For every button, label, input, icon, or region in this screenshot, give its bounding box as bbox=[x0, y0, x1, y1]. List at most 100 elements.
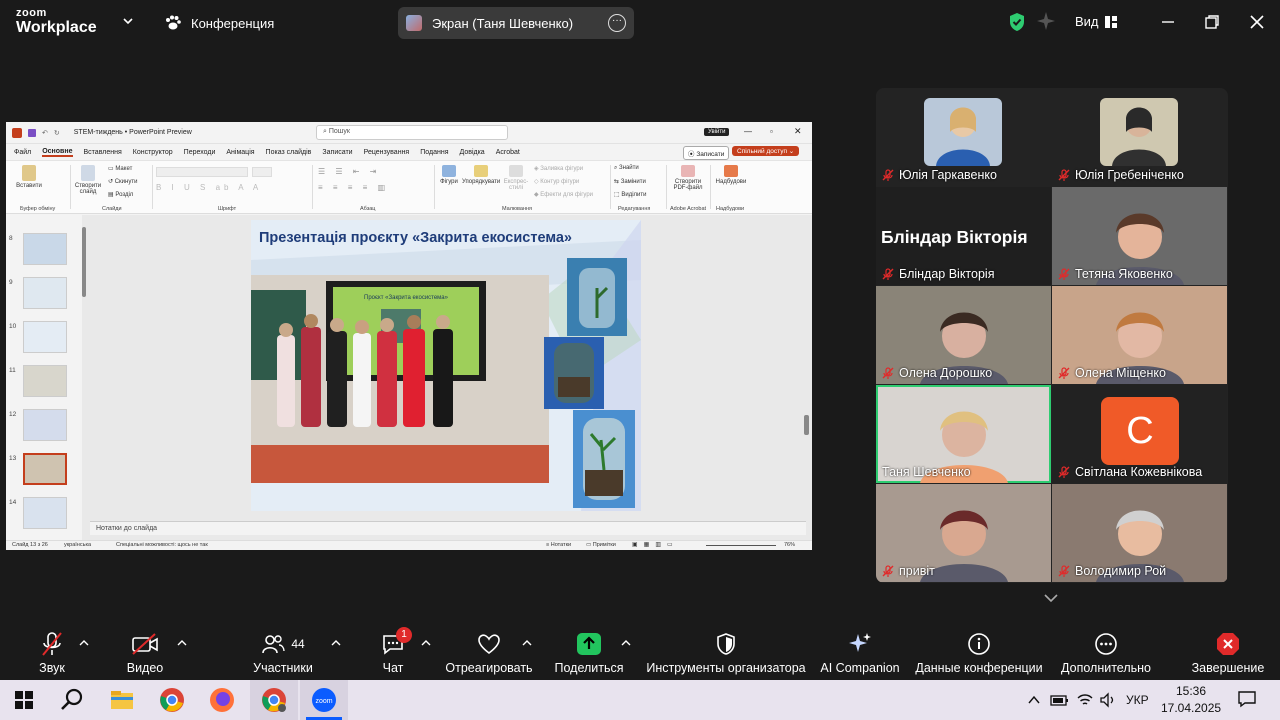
minimize-icon[interactable] bbox=[1158, 12, 1178, 32]
accessibility-status[interactable]: Спеціальні можливості: щось не так bbox=[116, 542, 208, 548]
video-button[interactable]: Видео bbox=[124, 631, 166, 675]
chevron-down-icon[interactable] bbox=[1043, 592, 1059, 604]
close-icon[interactable]: ✕ bbox=[794, 126, 802, 137]
slide-thumbnails[interactable]: 8 9 10 11 12 13 14 bbox=[6, 215, 82, 540]
paste-button[interactable]: Вставити bbox=[16, 165, 42, 189]
ribbon-tab-11[interactable]: Acrobat bbox=[496, 149, 520, 156]
slide-thumbnail[interactable] bbox=[23, 453, 67, 485]
align-buttons[interactable]: ≡ ≡ ≡ ≡ ▥ bbox=[318, 183, 389, 192]
close-icon[interactable] bbox=[1247, 12, 1267, 32]
search-icon[interactable] bbox=[58, 686, 86, 714]
host-tools-button[interactable]: Инструменты организатора bbox=[645, 631, 807, 675]
share-button[interactable]: Спільний доступ ⌄ bbox=[732, 146, 800, 156]
paragraph-buttons[interactable]: ☰ ☰ ⇤ ⇥ bbox=[318, 167, 380, 176]
zoom-level[interactable]: 76% bbox=[784, 542, 795, 548]
notes-pane[interactable]: Нотатки до слайда bbox=[90, 521, 806, 535]
ribbon-tab-5[interactable]: Анімація bbox=[226, 149, 254, 156]
react-caret-icon[interactable] bbox=[522, 639, 532, 647]
ai-companion-button[interactable]: AI Companion bbox=[818, 631, 902, 675]
find-button[interactable]: ⌕ Знайти bbox=[614, 165, 639, 172]
select-button[interactable]: ⬚ Виділити bbox=[614, 191, 646, 198]
participant-tile[interactable]: Володимир Рой bbox=[1052, 484, 1227, 582]
volume-icon[interactable] bbox=[1099, 691, 1117, 709]
layout-button[interactable]: ▭ Макет bbox=[108, 165, 132, 172]
participant-tile[interactable]: Олена Дорошко bbox=[876, 286, 1051, 384]
search-box[interactable]: ⌕ Пошук bbox=[316, 125, 508, 140]
comments-toggle[interactable]: ▭ Примітки bbox=[586, 542, 616, 548]
slide-thumbnail[interactable] bbox=[23, 497, 67, 529]
chat-caret-icon[interactable] bbox=[421, 639, 431, 647]
audio-caret-icon[interactable] bbox=[79, 639, 89, 647]
participant-tile[interactable]: Олена Міщенко bbox=[1052, 286, 1227, 384]
chat-button[interactable]: 1 Чат bbox=[378, 627, 412, 675]
ribbon-tab-6[interactable]: Показ слайдів bbox=[266, 149, 312, 156]
more-options-icon[interactable]: ··· bbox=[608, 14, 626, 32]
language-status[interactable]: українська bbox=[64, 542, 91, 548]
save-icon[interactable] bbox=[28, 128, 36, 137]
create-pdf-button[interactable]: Створити PDF-файл bbox=[670, 165, 706, 191]
slide-scrollbar[interactable] bbox=[804, 415, 809, 435]
screen-share-indicator[interactable]: Экран (Таня Шевченко) ··· bbox=[398, 7, 634, 39]
shape-fill-button[interactable]: ◈ Заливка фігури bbox=[534, 165, 583, 172]
participant-tile[interactable]: Юлія Гребеніченко bbox=[1052, 88, 1227, 186]
react-button[interactable]: Отреагировать bbox=[444, 631, 534, 675]
clock-date[interactable]: 17.04.2025 bbox=[1161, 701, 1221, 715]
participant-tile[interactable]: Тетяна Яковенко bbox=[1052, 187, 1227, 285]
section-button[interactable]: ▤ Розділ bbox=[108, 191, 133, 198]
ribbon-tab-2[interactable]: Вставлення bbox=[84, 149, 122, 156]
zoom-slider[interactable] bbox=[706, 545, 776, 546]
record-button[interactable]: ⦿ Записати bbox=[683, 146, 730, 160]
shape-effects-button[interactable]: ◆ Ефекти для фігури bbox=[534, 191, 593, 198]
sparkle-icon[interactable] bbox=[1036, 11, 1056, 31]
conference-button[interactable]: Конференция bbox=[164, 14, 274, 32]
arrange-button[interactable]: Упорядкувати bbox=[462, 165, 500, 185]
reset-button[interactable]: ↺ Скинути bbox=[108, 178, 137, 185]
wifi-icon[interactable] bbox=[1076, 691, 1094, 709]
chrome-icon[interactable] bbox=[158, 686, 186, 714]
font-size-field[interactable] bbox=[252, 167, 272, 177]
input-language[interactable]: УКР bbox=[1126, 693, 1149, 707]
slide-thumbnail[interactable] bbox=[23, 277, 67, 309]
share-caret-icon[interactable] bbox=[621, 639, 631, 647]
firefox-icon[interactable] bbox=[208, 686, 236, 714]
ribbon-tab-3[interactable]: Конструктор bbox=[133, 149, 173, 156]
notes-toggle[interactable]: ≡ Нотатки bbox=[546, 542, 571, 548]
view-button[interactable]: Вид bbox=[1075, 14, 1117, 29]
font-format-buttons[interactable]: B I U S ab A A bbox=[156, 183, 262, 192]
shared-screen[interactable]: ↶ ↻ STEM-тиждень • PowerPoint Preview ⌕ … bbox=[6, 122, 812, 550]
ribbon-tab-1[interactable]: Основне bbox=[42, 148, 73, 157]
font-name-field[interactable] bbox=[156, 167, 248, 177]
participant-tile[interactable]: Юлія Гаркавенко bbox=[876, 88, 1051, 186]
file-explorer-icon[interactable] bbox=[108, 686, 136, 714]
clock-time[interactable]: 15:36 bbox=[1176, 684, 1206, 698]
share-screen-button[interactable]: Поделиться bbox=[554, 631, 624, 675]
zoom-app-icon[interactable]: zoom bbox=[310, 686, 338, 714]
restore-icon[interactable]: ▫ bbox=[770, 127, 773, 136]
audio-button[interactable]: Звук bbox=[32, 631, 72, 675]
video-caret-icon[interactable] bbox=[177, 639, 187, 647]
shape-outline-button[interactable]: ◇ Контур фігури bbox=[534, 178, 579, 185]
quick-styles-button[interactable]: Експрес-стилі bbox=[502, 165, 530, 191]
slide-thumbnail[interactable] bbox=[23, 321, 67, 353]
end-meeting-button[interactable]: Завершение bbox=[1190, 631, 1266, 675]
participant-tile[interactable]: привіт bbox=[876, 484, 1051, 582]
undo-icon[interactable]: ↶ bbox=[42, 129, 48, 137]
shapes-button[interactable]: Фігури bbox=[438, 165, 460, 185]
participants-button[interactable]: 44 Участники bbox=[250, 631, 316, 675]
more-button[interactable]: Дополнительно bbox=[1058, 631, 1154, 675]
battery-icon[interactable] bbox=[1050, 692, 1070, 708]
minimize-icon[interactable]: — bbox=[744, 127, 752, 136]
participant-tile[interactable]: C Світлана Кожевнікова bbox=[1052, 385, 1227, 483]
chevron-down-icon[interactable] bbox=[121, 14, 135, 28]
login-button[interactable]: Увійти bbox=[704, 128, 730, 136]
participant-tile[interactable]: Таня Шевченко bbox=[876, 385, 1051, 483]
windows-start-icon[interactable] bbox=[10, 686, 38, 714]
tray-chevron-up-icon[interactable] bbox=[1026, 692, 1042, 708]
ribbon-tab-9[interactable]: Подання bbox=[420, 149, 448, 156]
ribbon-tab-8[interactable]: Рецензування bbox=[364, 149, 410, 156]
slide-thumbnail[interactable] bbox=[23, 409, 67, 441]
slide-thumbnail[interactable] bbox=[23, 365, 67, 397]
participant-tile[interactable]: Блiндар Вікторія Блiндар Вікторія bbox=[876, 187, 1051, 285]
addins-button[interactable]: Надбудови bbox=[714, 165, 748, 185]
security-shield-icon[interactable] bbox=[1008, 12, 1026, 32]
